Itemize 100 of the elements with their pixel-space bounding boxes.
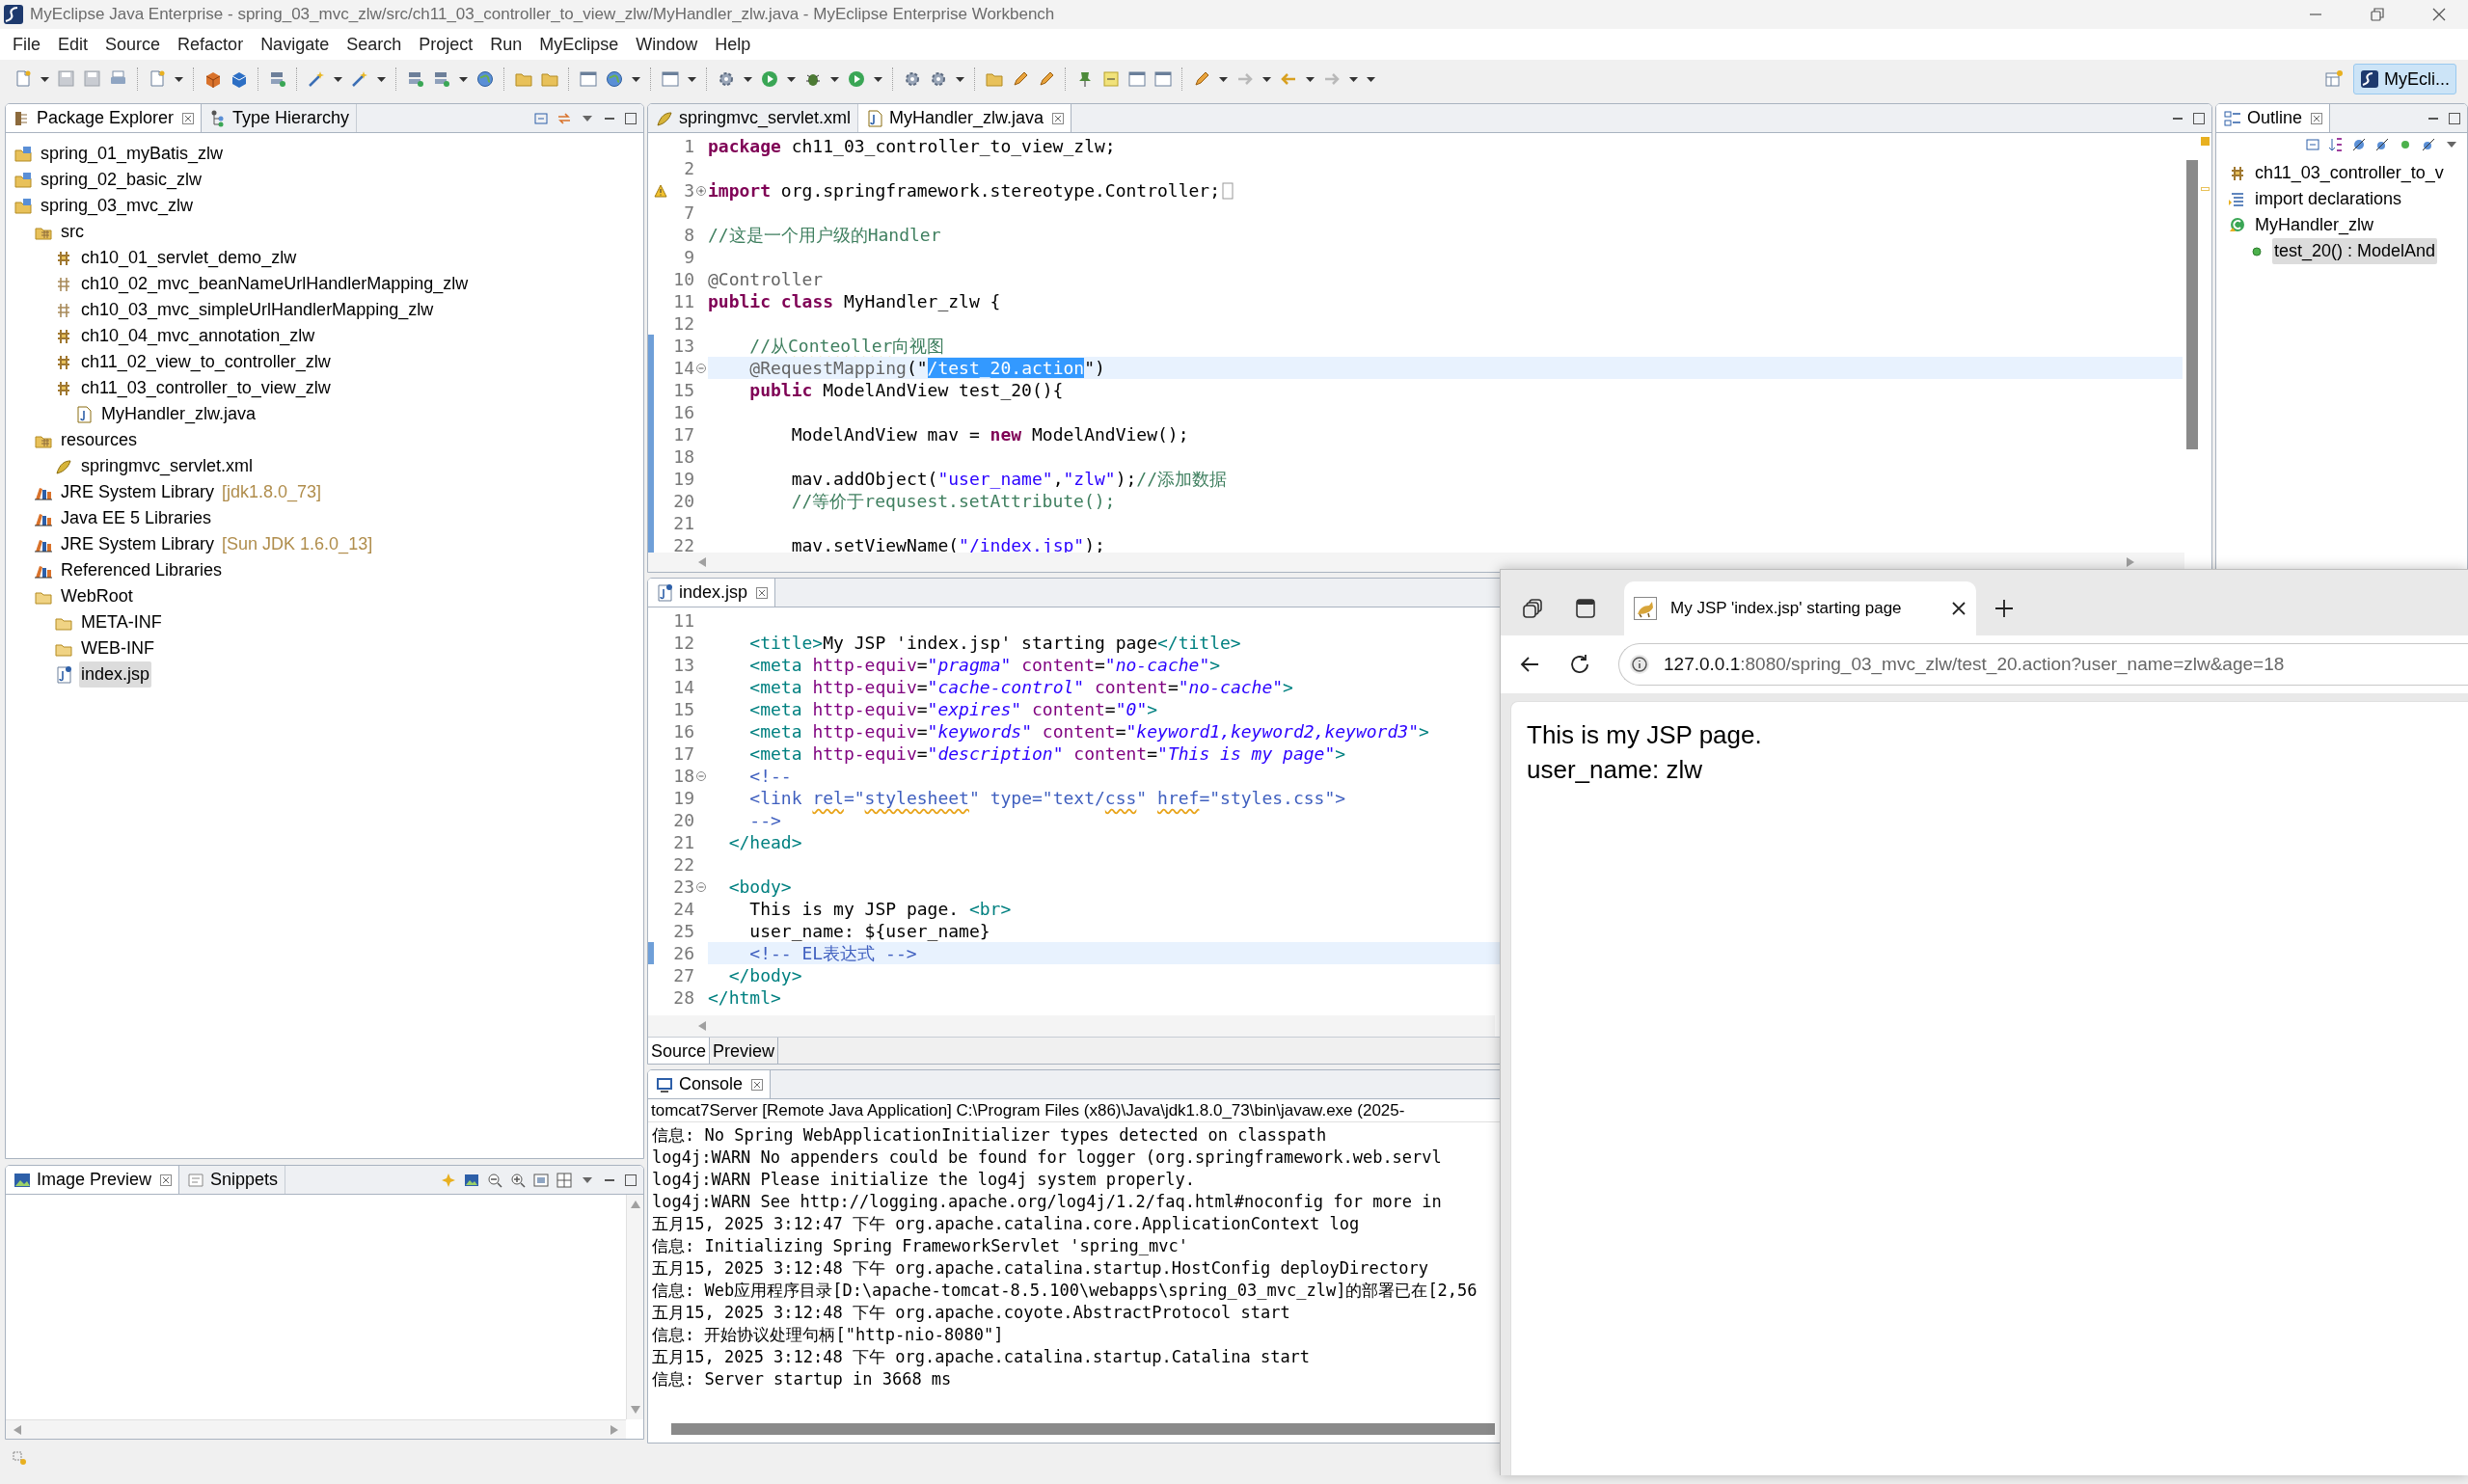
menu-item[interactable]: Edit [49,29,97,60]
panel-tab[interactable]: Snippets [179,1166,286,1194]
tree-item[interactable]: WebRoot [59,583,135,609]
server-icon[interactable] [268,69,287,89]
tree-item[interactable]: resources [59,427,140,453]
tree-item[interactable]: index.jsp [79,661,152,688]
package-icon[interactable] [203,69,223,89]
grid-icon[interactable] [556,1172,572,1188]
globe-icon[interactable] [605,69,624,89]
restore-icon[interactable] [2370,7,2385,22]
panel-tab[interactable]: MyHandler_zlw.java [858,104,1072,132]
cube-icon[interactable] [230,69,249,89]
editor-mode-tab[interactable]: Preview [710,1038,779,1064]
window-icon[interactable] [1153,69,1173,89]
zoom-out-icon[interactable] [487,1172,502,1188]
new-tab-icon[interactable] [1993,598,2015,619]
close-icon[interactable] [2431,7,2447,22]
menu-item[interactable]: Source [96,29,170,60]
pencil-icon[interactable] [1037,69,1056,89]
menu-item[interactable]: MyEclipse [530,29,628,60]
scrollbar-thumb[interactable] [671,1423,1495,1435]
panel-tab[interactable]: Package Explorer [6,104,203,132]
hide-local-icon[interactable] [2421,137,2436,152]
wand-icon[interactable] [307,69,326,89]
gear-icon[interactable] [717,69,736,89]
tree-item[interactable]: JRE System Library [59,479,217,505]
wand-icon[interactable] [350,69,369,89]
tree-item[interactable]: import declarations [2253,186,2404,212]
hide-static-icon[interactable] [2374,137,2390,152]
maximize-icon[interactable] [2192,111,2206,125]
highlight-icon[interactable] [1101,69,1121,89]
workspaces-icon[interactable] [1522,597,1545,620]
tree-item[interactable]: Java EE 5 Libraries [59,505,214,531]
browser-tab[interactable]: My JSP 'index.jsp' starting page [1624,581,1976,635]
globe-icon[interactable] [475,69,495,89]
window-icon[interactable] [579,69,598,89]
menu-item[interactable]: Project [410,29,482,60]
menu-item[interactable]: Run [481,29,531,60]
maximize-icon[interactable] [2448,111,2461,125]
menu-item[interactable]: Window [627,29,707,60]
collapse-fold-icon[interactable] [696,881,706,892]
window-icon[interactable] [661,69,680,89]
menu-item[interactable]: Search [338,29,411,60]
tree-item[interactable]: spring_03_mvc_zlw [39,193,196,219]
tree-item[interactable]: ch11_02_view_to_controller_zlw [79,349,333,375]
tree-item[interactable]: MyHandler_zlw.java [99,401,258,427]
run-icon[interactable] [760,69,779,89]
tree-item[interactable]: springmvc_servlet.xml [79,453,256,479]
fit-icon[interactable] [533,1172,549,1188]
tree-item[interactable]: ch10_02_mvc_beanNameUrlHandlerMapping_zlw [79,271,471,297]
panel-tab[interactable]: Outline [2216,104,2331,132]
expand-fold-icon[interactable] [696,185,706,196]
tree-item[interactable]: spring_02_basic_zlw [39,167,204,193]
occurrence-marker[interactable] [2201,187,2210,191]
server-icon[interactable] [406,69,425,89]
tree-item[interactable]: WEB-INF [79,635,156,661]
hide-fields-icon[interactable] [2351,137,2367,152]
menu-item[interactable]: Refactor [169,29,253,60]
gear-icon[interactable] [903,69,922,89]
warning-marker[interactable] [2201,137,2210,146]
tree-item[interactable]: META-INF [79,609,164,635]
tree-item[interactable]: ch10_03_mvc_simpleUrlHandlerMapping_zlw [79,297,436,323]
tree-item[interactable]: ch11_03_controller_to_view_zlw [79,375,333,401]
tree-item[interactable]: Referenced Libraries [59,557,225,583]
panel-tab[interactable]: Console [648,1070,772,1098]
close-icon[interactable] [1951,601,1966,616]
address-bar[interactable]: 127.0.0.1:8080/spring_03_mvc_zlw/test_20.action?user_name=zlw&age=18 [1618,643,2468,686]
scrollbar-thumb[interactable] [2186,160,2198,449]
tree-item[interactable]: src [59,219,86,245]
editor-mode-tab[interactable]: Source [648,1038,711,1064]
vertical-scrollbar[interactable] [626,1195,643,1419]
horizontal-scrollbar[interactable] [648,553,2184,572]
open-perspective-icon[interactable] [2324,69,2344,89]
run-icon[interactable] [847,69,866,89]
sort-icon[interactable] [2328,137,2344,152]
maximize-icon[interactable] [624,111,637,125]
menu-item[interactable]: Navigate [252,29,339,60]
horizontal-scrollbar[interactable] [6,1419,626,1439]
tree-item[interactable]: ch10_04_mvc_annotation_zlw [79,323,317,349]
tree-item[interactable]: MyHandler_zlw [2253,212,2376,238]
zoom-in-icon[interactable] [510,1172,526,1188]
horizontal-scrollbar[interactable] [648,1015,1495,1037]
server-icon[interactable] [432,69,451,89]
tree-item[interactable]: test_20() : ModelAnd [2272,238,2438,264]
link-editor-icon[interactable] [556,110,572,126]
reload-icon[interactable] [1568,653,1591,676]
tree-item[interactable]: JRE System Library [59,531,217,557]
window-icon[interactable] [1127,69,1147,89]
panel-tab[interactable]: index.jsp [648,579,776,607]
tree-item[interactable]: spring_01_myBatis_zlw [39,141,226,167]
image-icon[interactable] [464,1172,479,1188]
collapse-fold-icon[interactable] [696,770,706,781]
tab-actions-icon[interactable] [1574,597,1597,620]
panel-tab[interactable]: Image Preview [6,1166,180,1194]
menu-item[interactable]: File [4,29,49,60]
pencil-icon[interactable] [1192,69,1211,89]
collapse-fold-icon[interactable] [696,363,706,373]
maximize-icon[interactable] [624,1173,637,1187]
panel-tab[interactable]: Type Hierarchy [202,104,358,132]
menu-item[interactable]: Help [706,29,760,60]
